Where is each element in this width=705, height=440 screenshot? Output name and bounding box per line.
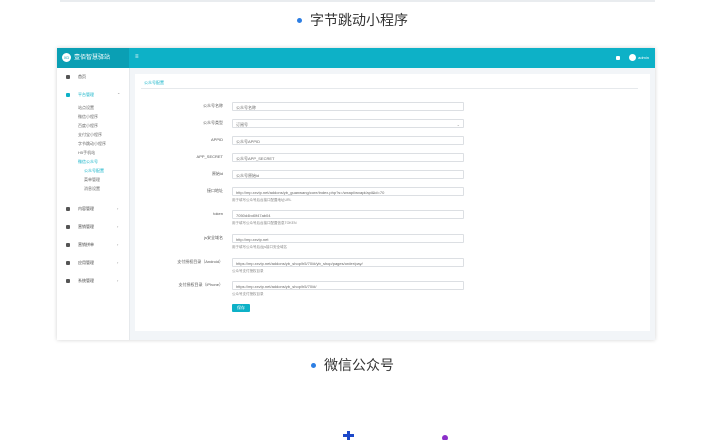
appid-input[interactable]: 公众号APPID (232, 136, 464, 145)
sidebar-item-platform[interactable]: 平台管理 ⌃ (57, 90, 129, 100)
chevron-right-icon: › (117, 260, 119, 265)
top-divider (60, 0, 655, 2)
field-hint: 用于填写公众号后台接口配置信息TOKEN (232, 221, 297, 225)
app-icon (66, 261, 70, 265)
app-secret-input[interactable]: 公众号APP_SECRET (232, 153, 464, 162)
sidebar-sub-wechat-official[interactable]: 微信公众号 (78, 158, 98, 166)
username[interactable]: admin (638, 55, 649, 60)
avatar[interactable] (629, 54, 637, 62)
sidebar: 首页 平台管理 ⌃ 站点设置 微信小程序 百度小程序 支付宝小程序 字节跳动小程序… (57, 68, 130, 340)
bell-icon[interactable] (616, 55, 621, 60)
main-panel: 公众号配置 公众号名称 公众号名称 公众号类型 订阅号 ⌄ APPID 公众号AP… (135, 74, 650, 331)
sidebar-sub-message[interactable]: 消息设置 (84, 185, 100, 193)
caption-text: 微信公众号 (324, 357, 394, 373)
caption-text: 字节跳动小程序 (310, 12, 408, 28)
field-label: 支付授权目录（Android） (177, 259, 223, 264)
field-label: 支付授权目录（iPhone） (178, 282, 223, 287)
iphone-pay-dir-input[interactable]: https://mp.xxvip.net/addons/yb_shop/h5/7… (232, 281, 464, 290)
sidebar-sub-h5[interactable]: H5手机站 (78, 149, 95, 157)
bullet-dot (297, 17, 302, 23)
android-pay-dir-input[interactable]: https://mp.xxvip.net/addons/yb_shop/h5/7… (232, 258, 464, 267)
field-hint: 用于填写公众号后台接口配置地址URL (232, 198, 292, 202)
sidebar-item-marketing[interactable]: 营销管理 › (57, 222, 129, 232)
brand-name: 壹佰智慧驿站 (74, 55, 111, 61)
top-bar: XD 壹佰智慧驿站 ≡ admin (57, 48, 655, 68)
user-area[interactable]: admin (616, 48, 649, 68)
type-select-value: 订阅号 (236, 122, 248, 127)
sidebar-item-apps[interactable]: 应用管理 › (57, 258, 129, 268)
caption-bytedance: 字节跳动小程序 (0, 10, 705, 30)
document-icon (66, 207, 70, 211)
chevron-right-icon: › (117, 206, 119, 211)
tab-divider (141, 88, 638, 89)
chevron-right-icon: › (117, 224, 119, 229)
type-select[interactable]: 订阅号 ⌄ (232, 119, 464, 128)
brand: XD 壹佰智慧驿站 (57, 48, 129, 68)
dot-decoration-icon (442, 435, 448, 440)
field-label: 接口地址 (207, 188, 223, 193)
bullet-dot (311, 362, 316, 368)
chevron-up-icon: ⌃ (117, 92, 121, 97)
field-label: APPID (210, 137, 223, 142)
sidebar-sub-baidu[interactable]: 百度小程序 (78, 122, 98, 130)
gear-icon (66, 279, 70, 283)
bell-icon (66, 225, 70, 229)
sidebar-item-group-buy[interactable]: 营销拼单 › (57, 240, 129, 250)
sidebar-sub-site[interactable]: 站点设置 (78, 104, 94, 112)
plus-decoration-icon (343, 431, 354, 440)
js-domain-input[interactable]: http://mp.xxvip.net (232, 234, 464, 243)
field-hint: 用于填写公众号后台js接口安全域名 (232, 245, 288, 249)
sidebar-item-system[interactable]: 系统管理 › (57, 276, 129, 286)
chevron-right-icon: › (117, 278, 119, 283)
save-button[interactable]: 保存 (232, 304, 250, 312)
screenshot-window: XD 壹佰智慧驿站 ≡ admin 首页 平台管理 ⌃ 站点设置 微信小程序 百度小… (57, 48, 655, 340)
field-label: 原始id (211, 171, 223, 176)
sidebar-sub-alipay[interactable]: 支付宝小程序 (78, 131, 102, 139)
users-icon (66, 243, 70, 247)
field-hint: 公众号支付授权目录 (232, 292, 264, 296)
field-label: 公众号名称 (203, 103, 223, 108)
sidebar-sub-menu[interactable]: 菜单管理 (84, 176, 100, 184)
menu-toggle-icon[interactable]: ≡ (135, 54, 141, 60)
home-icon (66, 75, 70, 79)
caption-wechat: 微信公众号 (0, 355, 705, 375)
field-label: token (213, 211, 223, 216)
grid-icon (66, 93, 70, 97)
field-label: 公众号类型 (203, 120, 223, 125)
sidebar-sub-config[interactable]: 公众号配置 (84, 167, 104, 175)
sidebar-item-content[interactable]: 内容管理 › (57, 204, 129, 214)
logo-icon: XD (62, 52, 71, 62)
field-label: APP_SECRET (196, 154, 223, 159)
chevron-right-icon: › (117, 242, 119, 247)
token-input[interactable]: 7050d4bd0f47ab04 (232, 210, 464, 219)
api-url-input[interactable]: http://mp.xxvip.net/addons/yb_guanwang/c… (232, 187, 464, 196)
field-label: js安全域名 (204, 235, 223, 240)
original-id-input[interactable]: 公众号原始id (232, 170, 464, 179)
sidebar-item-home[interactable]: 首页 (57, 72, 129, 82)
sidebar-sub-wechat-mini[interactable]: 微信小程序 (78, 113, 98, 121)
field-hint: 公众号支付授权目录 (232, 269, 264, 273)
name-input[interactable]: 公众号名称 (232, 102, 464, 111)
chevron-down-icon: ⌄ (456, 122, 460, 127)
sidebar-sub-bytedance[interactable]: 字节跳动小程序 (78, 140, 106, 148)
